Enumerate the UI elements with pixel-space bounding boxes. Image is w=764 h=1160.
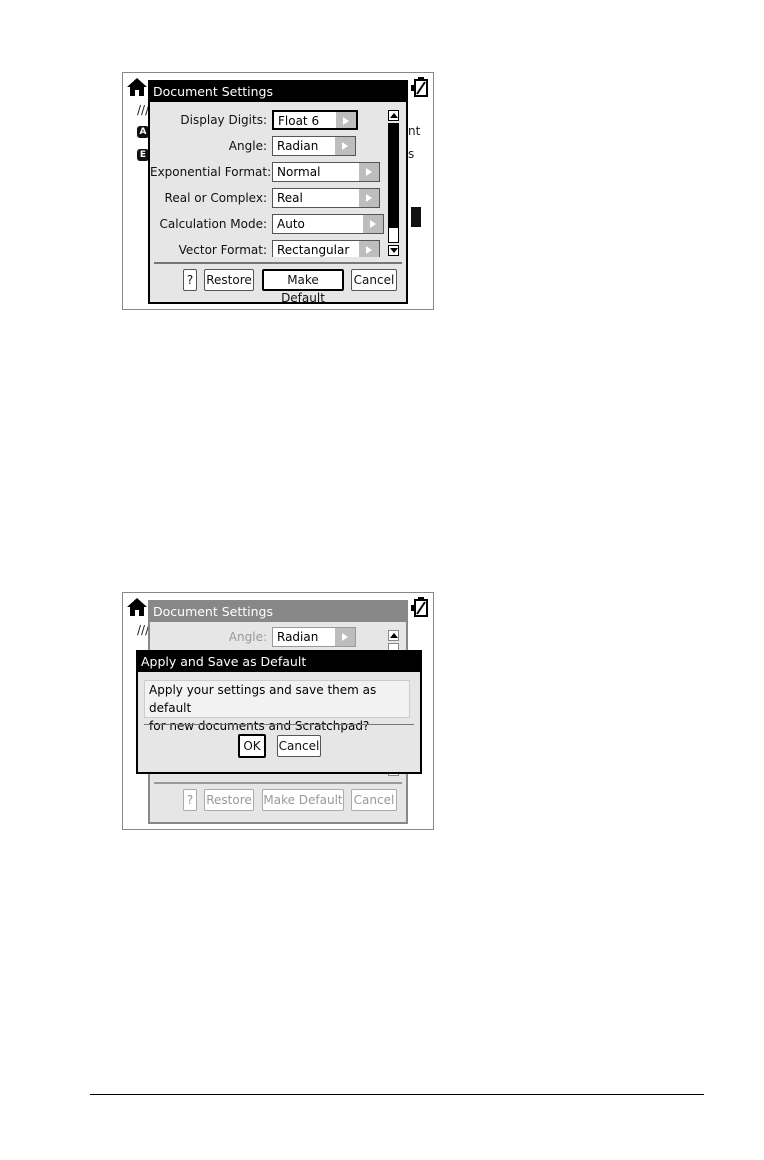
right-arrow-icon bbox=[334, 628, 355, 646]
scroll-up-icon[interactable] bbox=[388, 110, 399, 121]
right-arrow-icon bbox=[335, 112, 356, 128]
exponential-format-select[interactable]: Normal bbox=[272, 162, 380, 182]
cancel-button[interactable]: Cancel bbox=[277, 735, 321, 757]
setting-row-real-or-complex: Real or Complex: Real bbox=[150, 187, 386, 209]
help-button[interactable]: ? bbox=[183, 269, 197, 291]
select-value: Real bbox=[277, 191, 303, 205]
cancel-button[interactable]: Cancel bbox=[351, 269, 397, 291]
restore-button[interactable]: Restore bbox=[204, 789, 254, 811]
apply-save-default-dialog: Apply and Save as Default Apply your set… bbox=[136, 650, 422, 774]
setting-row-exponential-format: Exponential Format: Normal bbox=[150, 161, 386, 183]
right-arrow-icon bbox=[334, 137, 355, 155]
setting-row-calculation-mode: Calculation Mode: Auto bbox=[150, 213, 386, 235]
background-text-fragment: s bbox=[408, 147, 415, 161]
setting-label: Display Digits: bbox=[180, 113, 267, 127]
confirm-message: Apply your settings and save them as def… bbox=[144, 680, 410, 733]
select-value: Normal bbox=[277, 165, 321, 179]
make-default-button[interactable]: Make Default bbox=[262, 789, 344, 811]
angle-select[interactable]: Radian bbox=[272, 136, 356, 156]
angle-select[interactable]: Radian bbox=[272, 627, 356, 647]
ok-button[interactable]: OK bbox=[238, 734, 266, 758]
battery-icon bbox=[411, 77, 428, 97]
scroll-track[interactable] bbox=[388, 123, 399, 243]
scroll-thumb[interactable] bbox=[389, 124, 398, 228]
setting-label: Calculation Mode: bbox=[159, 217, 268, 231]
restore-button[interactable]: Restore bbox=[204, 269, 254, 291]
setting-row-angle: Angle: Radian bbox=[150, 135, 386, 157]
setting-label: Real or Complex: bbox=[164, 191, 267, 205]
help-button[interactable]: ? bbox=[183, 789, 197, 811]
scroll-down-icon[interactable] bbox=[388, 245, 399, 256]
setting-label: Angle: bbox=[228, 630, 267, 644]
setting-row-angle: Angle: Radian bbox=[150, 626, 386, 648]
document-settings-dialog: Document Settings Display Digits: Float … bbox=[148, 80, 408, 305]
confirm-separator bbox=[144, 724, 414, 725]
real-or-complex-select[interactable]: Real bbox=[272, 188, 380, 208]
button-separator bbox=[154, 262, 402, 264]
select-value: Auto bbox=[277, 217, 305, 231]
calculator-screen-2: /// Document Settings Angle: Radian ? Re… bbox=[122, 592, 434, 830]
button-separator bbox=[154, 782, 402, 784]
right-arrow-icon bbox=[362, 215, 383, 233]
confirm-message-line-1: Apply your settings and save them as def… bbox=[149, 683, 377, 715]
background-cursor-block bbox=[411, 207, 421, 227]
display-digits-select[interactable]: Float 6 bbox=[272, 110, 358, 130]
scroll-up-icon[interactable] bbox=[388, 630, 399, 641]
setting-label: Vector Format: bbox=[178, 243, 267, 257]
calculator-screen-1: /// A E nt s Document Settings Display D… bbox=[122, 72, 434, 310]
setting-row-vector-format: Vector Format: Rectangular bbox=[150, 239, 386, 257]
right-arrow-icon bbox=[358, 163, 379, 181]
dialog-title: Document Settings bbox=[150, 602, 406, 622]
vector-format-select[interactable]: Rectangular bbox=[272, 240, 380, 257]
home-icon[interactable] bbox=[126, 596, 148, 618]
select-value: Rectangular bbox=[277, 243, 350, 257]
confirm-dialog-title: Apply and Save as Default bbox=[138, 652, 420, 672]
background-text-fragment: nt bbox=[408, 124, 421, 138]
setting-row-display-digits: Display Digits: Float 6 bbox=[150, 109, 386, 131]
settings-scrollbar[interactable] bbox=[388, 110, 400, 256]
setting-label: Exponential Format: bbox=[150, 165, 272, 179]
select-value: Radian bbox=[277, 139, 319, 153]
battery-icon bbox=[411, 597, 428, 617]
calculation-mode-select[interactable]: Auto bbox=[272, 214, 384, 234]
make-default-button[interactable]: Make Default bbox=[262, 269, 344, 305]
setting-label: Angle: bbox=[228, 139, 267, 153]
home-icon[interactable] bbox=[126, 76, 148, 98]
page-footer-rule bbox=[90, 1094, 704, 1095]
select-value: Radian bbox=[277, 630, 319, 644]
select-value: Float 6 bbox=[278, 114, 320, 128]
cancel-button[interactable]: Cancel bbox=[351, 789, 397, 811]
confirm-message-line-2: for new documents and Scratchpad? bbox=[149, 719, 370, 733]
right-arrow-icon bbox=[358, 241, 379, 257]
right-arrow-icon bbox=[358, 189, 379, 207]
dialog-title: Document Settings bbox=[150, 82, 406, 102]
